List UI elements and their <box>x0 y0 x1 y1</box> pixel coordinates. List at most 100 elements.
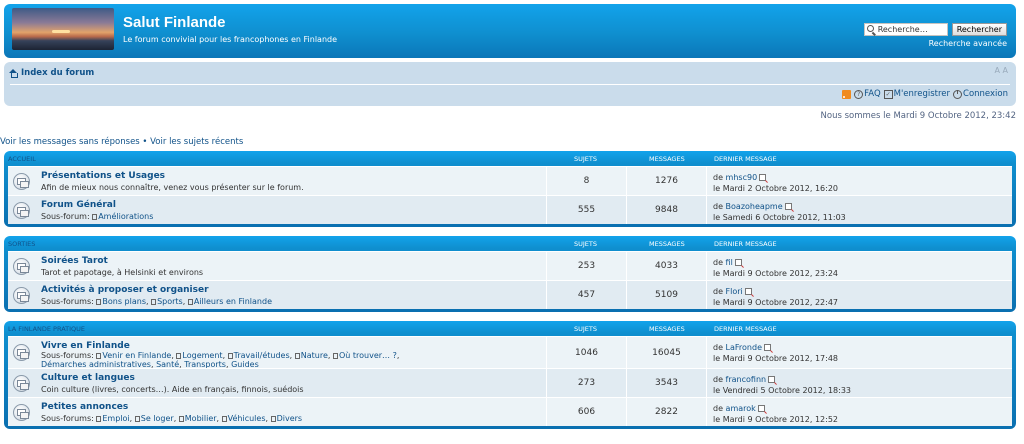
subforum-list: Sous-forums: Emploi, Se loger, Mobilier,… <box>41 414 303 423</box>
site-title[interactable]: Salut Finlande <box>123 14 226 31</box>
forum-posts-count: 3543 <box>626 369 706 397</box>
forum-posts-count: 1276 <box>626 167 706 195</box>
forum-last-post: de francofinn le Vendredi 5 Octobre 2012… <box>706 369 1012 397</box>
last-post-user[interactable]: mhsc90 <box>726 173 758 182</box>
breadcrumb-home[interactable]: Index du forum <box>9 68 94 78</box>
subforum-link[interactable]: Véhicules <box>228 414 266 423</box>
subforum-link[interactable]: Logement <box>182 351 222 360</box>
forum-posts-count: 5109 <box>626 281 706 309</box>
subforum-link[interactable]: Où trouver… ? <box>339 351 397 360</box>
forum-title[interactable]: Soirées Tarot <box>41 256 108 266</box>
subforum-link[interactable]: Mobilier <box>185 414 217 423</box>
col-topics-header: SUJETS <box>574 325 598 333</box>
advanced-search-link[interactable]: Recherche avancée <box>929 39 1007 48</box>
forum-row: Soirées Tarot Tarot et papotage, à Helsi… <box>8 251 1012 280</box>
forum-title[interactable]: Culture et langues <box>41 373 135 383</box>
subforum-link[interactable]: Sports <box>157 297 183 306</box>
last-post-user[interactable]: amarok <box>726 404 756 413</box>
forum-read-icon <box>13 375 30 392</box>
subforum-link[interactable]: Venir en Finlande <box>102 351 171 360</box>
forum-last-post: de fil le Mardi 9 Octobre 2012, 23:24 <box>706 252 1012 280</box>
search-button[interactable]: Rechercher <box>951 23 1007 36</box>
last-post-user[interactable]: Boazoheapme <box>726 202 783 211</box>
subforum-label: Sous-forums: <box>41 414 94 423</box>
subforum-link[interactable]: Se loger <box>141 414 174 423</box>
current-date: Nous sommes le Mardi 9 Octobre 2012, 23:… <box>820 111 1016 121</box>
breadcrumb-home-label: Index du forum <box>21 68 95 78</box>
register-label: M'enregistrer <box>893 89 951 99</box>
last-post-user[interactable]: francofinn <box>726 375 767 384</box>
view-latest-post-icon[interactable] <box>744 288 752 295</box>
subforum-list: Sous-forum: Améliorations <box>41 212 153 221</box>
view-latest-post-icon[interactable] <box>784 203 792 210</box>
last-post-by: de <box>713 173 726 182</box>
forum-last-post: de mhsc90 le Mardi 2 Octobre 2012, 16:20 <box>706 167 1012 195</box>
view-latest-post-icon[interactable] <box>734 259 742 266</box>
subforum-list: Sous-forums: Bons plans, Sports, Ailleur… <box>41 297 273 306</box>
last-post-user[interactable]: fil <box>726 258 733 267</box>
home-icon <box>9 68 18 78</box>
last-post-date: le Mardi 2 Octobre 2012, 16:20 <box>713 184 838 193</box>
last-post-date: le Mardi 9 Octobre 2012, 12:52 <box>713 415 838 424</box>
subforum-link[interactable]: Divers <box>277 414 303 423</box>
category-title[interactable]: LA FINLANDE PRATIQUE <box>8 325 85 333</box>
faq-link[interactable]: ? FAQ <box>854 89 881 99</box>
forum-topics-count: 1046 <box>546 337 626 368</box>
forum-posts-count: 16045 <box>626 337 706 368</box>
forum-topics-count: 273 <box>546 369 626 397</box>
subforum-icon <box>332 353 338 359</box>
view-latest-post-icon[interactable] <box>759 174 767 181</box>
subforum-icon <box>178 416 184 422</box>
subforum-link[interactable]: Ailleurs en Finlande <box>194 297 272 306</box>
unanswered-link[interactable]: Voir les messages sans réponses <box>0 137 140 147</box>
subforum-icon <box>96 353 102 359</box>
forum-row: Activités à proposer et organiser Sous-f… <box>8 280 1012 309</box>
subforum-icon <box>176 353 182 359</box>
forum-title[interactable]: Vivre en Finlande <box>41 341 130 351</box>
forum-description: Tarot et papotage, à Helsinki et environ… <box>41 268 204 277</box>
forum-row: Petites annonces Sous-forums: Emploi, Se… <box>8 397 1012 426</box>
col-posts-header: MESSAGES <box>649 155 685 163</box>
forum-info: Vivre en Finlande Sous-forums: Venir en … <box>8 337 546 369</box>
category-header: ACCUEIL SUJETS MESSAGES DERNIER MESSAGE <box>8 151 1012 166</box>
forum-row: Culture et langues Coin culture (livres,… <box>8 368 1012 397</box>
rss-icon[interactable] <box>842 89 852 99</box>
subforum-icon <box>151 299 157 305</box>
site-description: Le forum convivial pour les francophones… <box>123 35 338 44</box>
forum-title[interactable]: Présentations et Usages <box>41 171 165 181</box>
recent-topics-link[interactable]: Voir les sujets récents <box>150 137 243 147</box>
last-post-user[interactable]: Flori <box>726 287 743 296</box>
forum-title[interactable]: Petites annonces <box>41 402 128 412</box>
col-last-header: DERNIER MESSAGE <box>714 325 777 333</box>
site-logo[interactable] <box>12 8 114 50</box>
subforum-link[interactable]: Nature <box>301 351 328 360</box>
category-title[interactable]: ACCUEIL <box>8 155 36 163</box>
subforum-icon <box>294 353 300 359</box>
subforum-link[interactable]: Travail/études <box>234 351 290 360</box>
subforum-link[interactable]: Améliorations <box>98 212 153 221</box>
last-post-date: le Samedi 6 Octobre 2012, 11:03 <box>713 213 846 222</box>
search-input[interactable]: Recherche… <box>863 23 948 36</box>
register-icon: ✓ <box>883 89 893 99</box>
view-latest-post-icon[interactable] <box>768 376 776 383</box>
forum-read-icon <box>13 344 30 361</box>
search-placeholder: Recherche… <box>877 25 928 34</box>
forum-title[interactable]: Activités à proposer et organiser <box>41 285 209 295</box>
subforum-link[interactable]: Emploi <box>102 414 129 423</box>
faq-label: FAQ <box>864 89 881 99</box>
last-post-user[interactable]: LaFronde <box>726 343 762 352</box>
last-post-by: de <box>713 202 726 211</box>
subforum-link[interactable]: Bons plans <box>102 297 146 306</box>
view-latest-post-icon[interactable] <box>764 344 772 351</box>
forum-title[interactable]: Forum Général <box>41 200 116 210</box>
col-topics-header: SUJETS <box>574 155 598 163</box>
search-box: Recherche… Rechercher <box>863 23 1007 36</box>
register-link[interactable]: ✓ M'enregistrer <box>883 89 951 99</box>
last-post-date: le Vendredi 5 Octobre 2012, 18:33 <box>713 386 852 395</box>
login-link[interactable]: Connexion <box>953 89 1008 99</box>
forum-row: Présentations et Usages Afin de mieux no… <box>8 166 1012 195</box>
font-resize-control[interactable]: A A <box>995 66 1009 75</box>
category-title[interactable]: SORTIES <box>8 240 35 248</box>
category-finlande-pratique: LA FINLANDE PRATIQUE SUJETS MESSAGES DER… <box>4 321 1016 429</box>
view-latest-post-icon[interactable] <box>757 405 765 412</box>
